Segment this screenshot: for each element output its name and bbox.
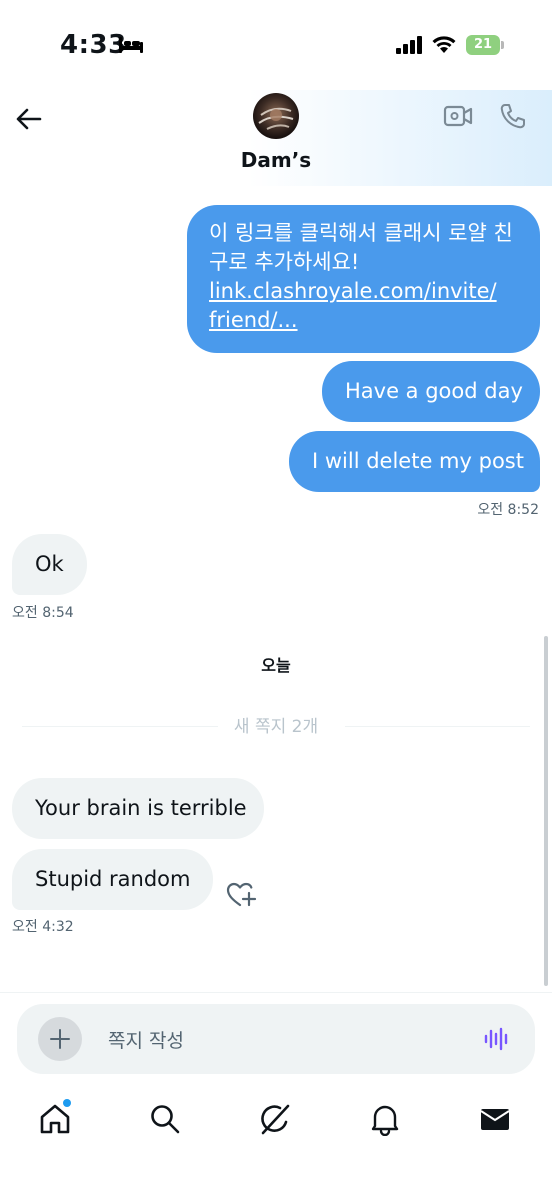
new-messages-label: 새 쪽지 2개 [233,717,319,737]
voice-message-icon[interactable] [483,1026,511,1052]
new-messages-divider-right [345,726,530,727]
sent-message-link[interactable]: 이 링크를 클릭해서 클래시 로얄 친 구로 추가하세요! link.clash… [187,205,540,353]
composer-divider [0,992,552,993]
message-text: Have a good day [345,379,523,403]
home-icon[interactable] [38,1102,72,1136]
invite-link-continued[interactable]: friend/... [209,308,298,332]
message-text: Ok [35,552,64,576]
plus-icon [50,1029,70,1049]
cellular-signal-icon [396,36,422,54]
phone-call-icon[interactable] [499,102,527,130]
sent-message[interactable]: Have a good day [322,361,540,422]
contact-avatar[interactable] [253,93,299,139]
message-input[interactable]: 쪽지 작성 [108,1026,184,1053]
message-text-line: 이 링크를 클릭해서 클래시 로얄 친 [209,221,513,245]
grok-icon[interactable] [258,1102,292,1136]
battery-level: 21 [466,35,500,55]
conversation-header: Dam’s [0,90,552,186]
message-timestamp: 오전 8:52 [477,502,539,518]
message-text: I will delete my post [312,449,524,473]
contact-name[interactable]: Dam’s [0,148,552,172]
received-message[interactable]: Your brain is terrible [12,778,264,839]
status-time: 4:33 [60,30,127,60]
search-icon[interactable] [148,1102,182,1136]
message-text: Your brain is terrible [35,796,247,820]
home-notification-dot [63,1099,71,1107]
scrollbar[interactable] [544,636,548,986]
battery-tip [501,41,504,49]
invite-link[interactable]: link.clashroyale.com/invite/ [209,279,497,303]
home-indicator [0,1185,552,1200]
message-text-line: 구로 추가하세요! [209,250,360,274]
day-separator: 오늘 [261,656,291,675]
video-call-icon[interactable] [443,104,473,128]
add-reaction-heart-icon[interactable] [225,879,257,909]
message-timestamp: 오전 4:32 [12,919,74,935]
battery-indicator: 21 [466,35,504,55]
wifi-icon [432,36,456,53]
received-message[interactable]: Stupid random [12,849,213,910]
notifications-bell-icon[interactable] [368,1102,402,1136]
message-timestamp: 오전 8:54 [12,605,74,621]
bottom-navigation [0,1090,552,1150]
back-arrow-icon[interactable] [14,104,44,134]
sleep-focus-icon [119,37,143,53]
message-composer: 쪽지 작성 [17,1004,535,1074]
message-text: Stupid random [35,867,191,891]
add-attachment-button[interactable] [38,1017,82,1061]
received-message[interactable]: Ok [12,534,87,595]
status-bar: 4:33 21 [0,0,552,90]
messages-envelope-icon[interactable] [478,1102,512,1136]
sent-message[interactable]: I will delete my post [289,431,540,492]
